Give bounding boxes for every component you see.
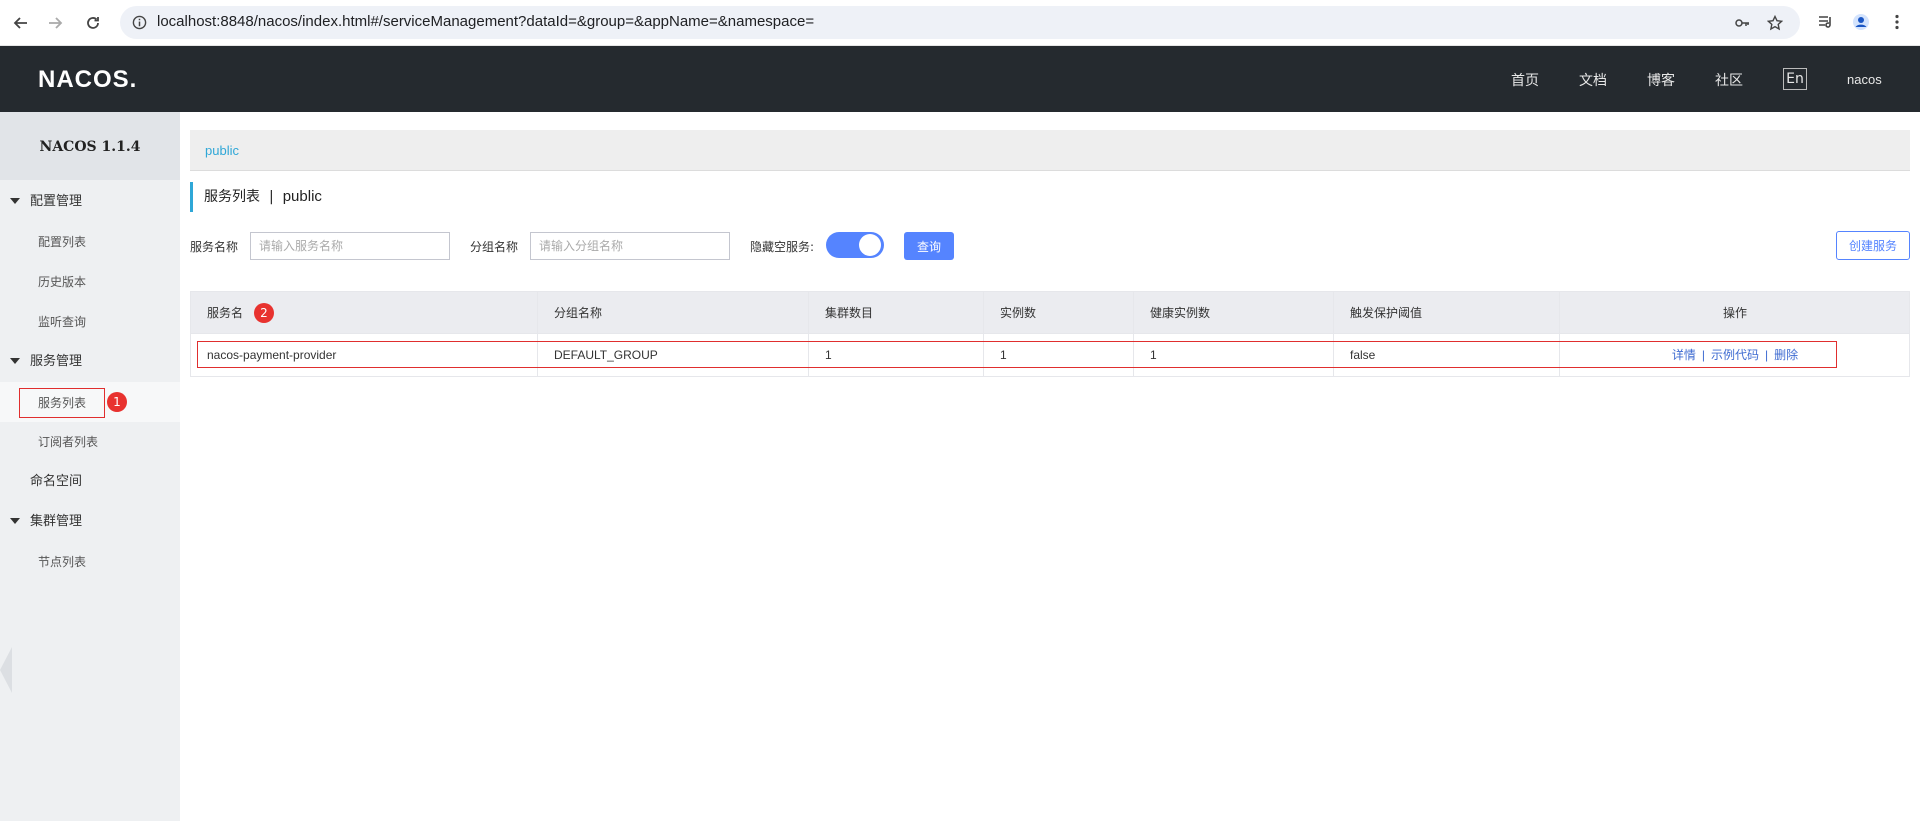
sidebar-group-config[interactable]: 配置管理 (0, 182, 180, 222)
sidebar-group-cluster[interactable]: 集群管理 (0, 502, 180, 542)
th-healthy-count: 健康实例数 (1134, 292, 1334, 334)
nav-blog[interactable]: 博客 (1647, 70, 1675, 90)
table-header: 服务名 2 分组名称 集群数目 实例数 健康实例数 触发保护阈值 操作 (191, 292, 1909, 334)
cell-group-name: DEFAULT_GROUP (538, 334, 809, 376)
nav-home[interactable]: 首页 (1511, 70, 1539, 90)
cell-healthy-count: 1 (1134, 334, 1334, 376)
th-protect-threshold: 触发保护阈值 (1334, 292, 1560, 334)
th-group-name: 分组名称 (538, 292, 809, 334)
nacos-logo[interactable]: NACOS. (38, 66, 137, 94)
media-icon[interactable] (1817, 13, 1835, 31)
arrow-right-icon (49, 17, 63, 29)
sidebar-group-service[interactable]: 服务管理 (0, 342, 180, 382)
cell-actions: 详情 | 示例代码 | 删除 (1671, 348, 1799, 362)
sidebar-item-nodes[interactable]: 节点列表 (0, 542, 180, 582)
group-name-label: 分组名称 (470, 240, 519, 254)
sample-code-link[interactable]: 示例代码 (1711, 348, 1759, 362)
namespace-tab-public[interactable]: public (205, 143, 239, 158)
cell-instance-count: 1 (984, 334, 1134, 376)
version-label: NACOS 1.1.4 (0, 112, 180, 180)
sidebar-item-history[interactable]: 历史版本 (0, 262, 180, 302)
cell-service-name: nacos-payment-provider (191, 334, 538, 376)
hide-empty-toggle[interactable] (826, 232, 884, 258)
reload-button[interactable] (80, 10, 106, 36)
caret-down-icon (10, 518, 20, 524)
service-table: 服务名 2 分组名称 集群数目 实例数 健康实例数 触发保护阈值 操作 naco… (190, 291, 1910, 377)
caret-down-icon (10, 198, 20, 204)
hide-empty-label: 隐藏空服务: (750, 240, 815, 254)
th-service-name: 服务名 2 (191, 292, 538, 334)
nav-community[interactable]: 社区 (1715, 70, 1743, 90)
star-icon[interactable] (1767, 15, 1783, 31)
delete-link[interactable]: 删除 (1774, 348, 1798, 362)
query-button[interactable]: 查询 (904, 232, 954, 260)
profile-icon[interactable] (1852, 13, 1870, 31)
th-cluster-count: 集群数目 (809, 292, 984, 334)
key-icon[interactable] (1734, 15, 1750, 31)
nav-docs[interactable]: 文档 (1579, 70, 1607, 90)
arrow-left-icon (13, 17, 27, 29)
page-title: 服务列表 | public (190, 182, 322, 212)
app-header: NACOS. 首页 文档 博客 社区 En nacos (0, 46, 1920, 112)
sidebar: NACOS 1.1.4 配置管理 配置列表 历史版本 监听查询 服务管理 服务列… (0, 112, 180, 821)
user-menu[interactable]: nacos (1847, 72, 1882, 87)
step-badge-1: 1 (107, 392, 127, 412)
language-toggle[interactable]: En (1783, 68, 1807, 90)
more-vertical-icon[interactable] (1888, 13, 1906, 31)
info-icon[interactable] (132, 15, 147, 30)
sidebar-item-config-list[interactable]: 配置列表 (0, 222, 180, 262)
sidebar-item-service-list[interactable]: 服务列表 1 (0, 382, 180, 422)
table-row: nacos-payment-provider DEFAULT_GROUP 1 1… (191, 334, 1909, 376)
sidebar-item-subscribers[interactable]: 订阅者列表 (0, 422, 180, 462)
th-actions: 操作 (1722, 306, 1747, 320)
namespace-bar: public (190, 130, 1910, 171)
create-service-button[interactable]: 创建服务 (1836, 231, 1910, 260)
main-content: public 服务列表|public 服务名称 分组名称 隐藏空服务: 查询 创… (180, 112, 1920, 821)
reload-icon (87, 17, 99, 29)
address-bar[interactable]: localhost:8848/nacos/index.html#/service… (120, 6, 1800, 39)
cell-protect-threshold: false (1334, 334, 1560, 376)
sidebar-group-namespace[interactable]: 命名空间 (0, 462, 180, 502)
url-text: localhost:8848/nacos/index.html#/service… (157, 13, 815, 30)
step-badge-2: 2 (254, 303, 274, 323)
service-name-label: 服务名称 (190, 240, 239, 254)
caret-down-icon (10, 358, 20, 364)
detail-link[interactable]: 详情 (1672, 348, 1696, 362)
toggle-knob (859, 234, 881, 256)
sidebar-item-listener[interactable]: 监听查询 (0, 302, 180, 342)
service-name-input[interactable] (250, 232, 450, 260)
sidebar-collapse-handle[interactable] (0, 647, 12, 693)
browser-toolbar: localhost:8848/nacos/index.html#/service… (0, 0, 1920, 46)
th-instance-count: 实例数 (984, 292, 1134, 334)
group-name-input[interactable] (530, 232, 730, 260)
forward-button[interactable] (42, 10, 68, 36)
back-button[interactable] (8, 10, 34, 36)
cell-cluster-count: 1 (809, 334, 984, 376)
